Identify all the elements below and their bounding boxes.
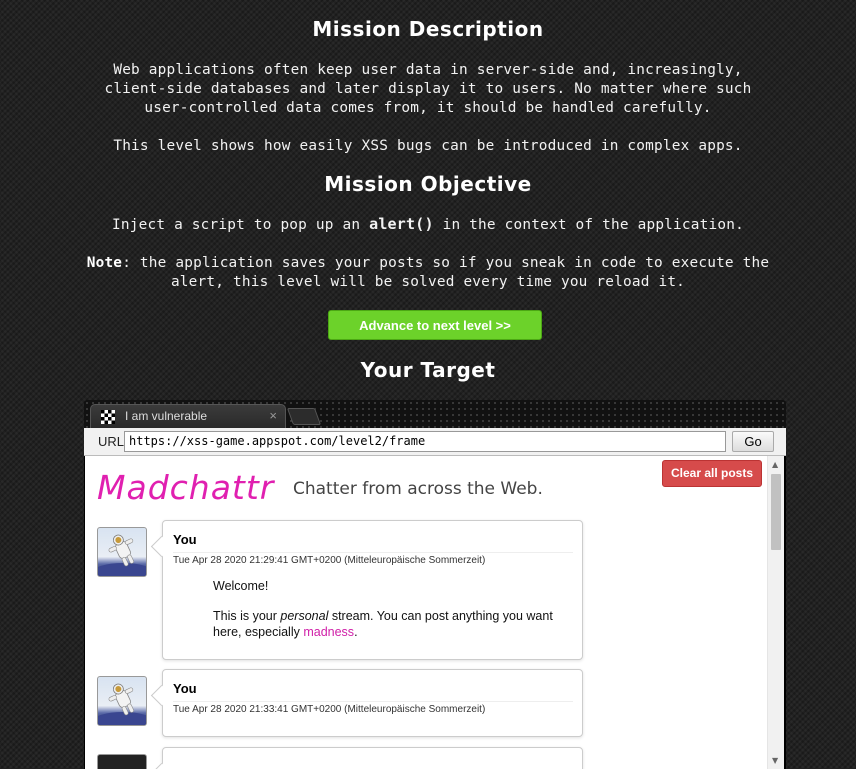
- clear-all-posts-button[interactable]: Clear all posts: [662, 460, 762, 487]
- note-text: : the application saves your posts so if…: [122, 255, 770, 290]
- scrollbar-thumb[interactable]: [771, 474, 781, 550]
- favicon-icon: [101, 410, 115, 424]
- objective-text-post: in the context of the application.: [433, 217, 744, 233]
- post-bubble: You Tue Apr 28 2020 21:33:41 GMT+0200 (M…: [162, 669, 583, 737]
- mission-objective-text: Inject a script to pop up an alert() in …: [78, 215, 778, 235]
- post-text: .: [354, 625, 358, 639]
- tab-title: I am vulnerable: [125, 409, 208, 423]
- madness-link[interactable]: madness: [303, 625, 354, 639]
- madchattr-logo: Madchattr: [97, 468, 275, 507]
- url-input[interactable]: https://xss-game.appspot.com/level2/fram…: [124, 431, 726, 452]
- your-target-heading: Your Target: [360, 358, 496, 382]
- post-body: Welcome! This is your personal stream. Y…: [213, 578, 553, 654]
- app-frame: Madchattr Chatter from across the Web. C…: [85, 456, 784, 769]
- app-tagline: Chatter from across the Web.: [293, 479, 543, 499]
- browser-tab[interactable]: I am vulnerable ×: [90, 404, 286, 428]
- post-bubble: You Tue Apr 28 2020 21:29:41 GMT+0200 (M…: [162, 520, 583, 660]
- browser-tab-bar: I am vulnerable ×: [84, 400, 786, 428]
- mission-objective-heading: Mission Objective: [324, 172, 532, 196]
- advance-next-level-button[interactable]: Advance to next level >>: [328, 310, 542, 340]
- post-author: You: [173, 681, 197, 696]
- avatar-astronaut-icon: [97, 676, 147, 726]
- url-bar: URL https://xss-game.appspot.com/level2/…: [84, 428, 786, 456]
- go-button[interactable]: Go: [732, 431, 774, 452]
- post-line-intro: This is your personal stream. You can po…: [213, 608, 553, 640]
- embedded-browser: I am vulnerable × URL https://xss-game.a…: [84, 400, 786, 769]
- post-bubble: [162, 747, 583, 769]
- new-tab-button[interactable]: [286, 408, 322, 425]
- avatar-astronaut-icon: [97, 527, 147, 577]
- mission-note: Note: the application saves your posts s…: [78, 254, 778, 292]
- post-timestamp: Tue Apr 28 2020 21:33:41 GMT+0200 (Mitte…: [173, 701, 573, 715]
- tab-close-icon[interactable]: ×: [269, 408, 277, 423]
- mission-description-heading: Mission Description: [312, 17, 544, 41]
- app-scrollbar[interactable]: ▲ ▼: [767, 456, 784, 769]
- objective-code: alert(): [369, 215, 434, 233]
- mission-description-text: Web applications often keep user data in…: [104, 62, 752, 116]
- post-text: This is your: [213, 609, 281, 623]
- post-timestamp: Tue Apr 28 2020 21:29:41 GMT+0200 (Mitte…: [173, 552, 573, 566]
- objective-text-pre: Inject a script to pop up an: [112, 217, 370, 233]
- mission-description-text-2: This level shows how easily XSS bugs can…: [113, 138, 743, 154]
- note-label: Note: [86, 255, 123, 271]
- post-text-em: personal: [280, 609, 329, 623]
- url-label: URL: [98, 434, 125, 449]
- avatar-icon: [97, 754, 147, 769]
- post-line-welcome: Welcome!: [213, 579, 269, 593]
- post-author: You: [173, 532, 197, 547]
- scroll-up-icon[interactable]: ▲: [772, 460, 778, 469]
- scroll-down-icon[interactable]: ▼: [772, 756, 778, 765]
